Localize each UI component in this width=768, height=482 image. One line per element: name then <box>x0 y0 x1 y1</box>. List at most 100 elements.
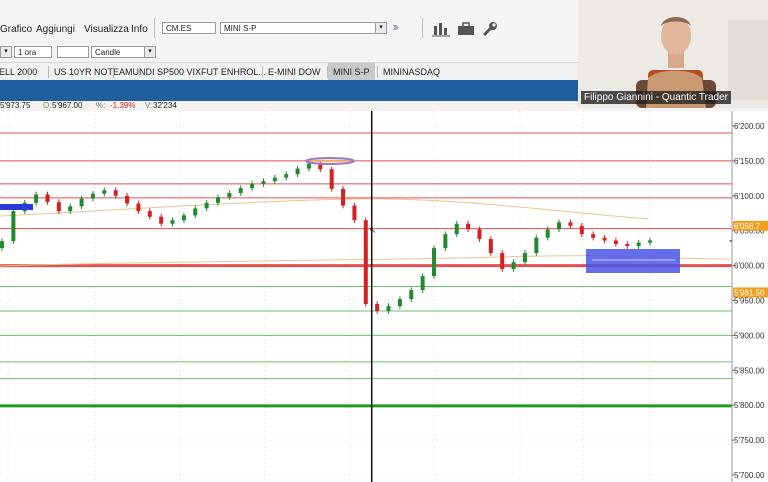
candle-body[interactable] <box>591 234 596 238</box>
candle-body[interactable] <box>557 222 562 230</box>
candle-body[interactable] <box>397 299 402 307</box>
price-tick-label: 6'100.00 <box>734 192 765 201</box>
menu-grafico[interactable]: Grafico <box>0 24 32 35</box>
candle-body[interactable] <box>45 194 50 203</box>
timeframe-field[interactable]: 1 ora <box>14 46 52 58</box>
tab-amundi-sp500[interactable]: AMUNDI SP500 VIXFUT ENHROL... <box>114 63 271 81</box>
candle-body[interactable] <box>545 229 550 238</box>
candle-body[interactable] <box>147 211 152 217</box>
blue-zone-rectangle[interactable] <box>586 249 680 273</box>
price-tick-label: 5'800.00 <box>734 401 765 410</box>
menu-visualizza[interactable]: Visualizza <box>84 24 129 35</box>
candle-body[interactable] <box>341 188 346 206</box>
price-tag-label: 6'056.7 <box>734 222 761 231</box>
candle-body[interactable] <box>295 168 300 175</box>
tab-mini-sp[interactable]: MINI S-P <box>328 63 375 81</box>
candle-body[interactable] <box>466 223 471 230</box>
candle-body[interactable] <box>238 188 243 194</box>
quote-open-label: O: <box>43 101 52 110</box>
candle-body[interactable] <box>250 183 255 189</box>
candle-body[interactable] <box>648 240 652 243</box>
price-tick-label: 6'200.00 <box>734 122 765 131</box>
candle-body[interactable] <box>409 290 414 300</box>
candle-body[interactable] <box>432 248 436 277</box>
menu-aggiungi[interactable]: Aggiungi <box>36 24 75 35</box>
candle-body[interactable] <box>113 190 118 196</box>
candle-body[interactable] <box>11 211 16 242</box>
toolbox-icon[interactable] <box>457 21 475 37</box>
candle-body[interactable] <box>227 193 232 198</box>
tab-russell-2000[interactable]: ELL 2000 <box>0 63 42 81</box>
candle-body[interactable] <box>159 216 164 224</box>
price-tick-label: 5'850.00 <box>734 366 765 375</box>
candle-body[interactable] <box>534 237 539 254</box>
candle-body[interactable] <box>420 276 425 291</box>
forward-arrows-icon[interactable]: ››› <box>392 19 399 34</box>
price-tick-label: 5'950.00 <box>734 297 765 306</box>
chart-style-field[interactable]: Candle <box>91 46 145 58</box>
tab-mininasdaq[interactable]: MININASDAQ <box>378 63 445 81</box>
candle-body[interactable] <box>636 242 641 247</box>
candle-body[interactable] <box>56 202 61 212</box>
candle-body[interactable] <box>204 202 209 209</box>
webcam-overlay: Filippo Giannini - Quantic Trader <box>578 0 768 108</box>
tab-e-mini-dow[interactable]: E-MINI DOW <box>263 63 326 81</box>
candle-body[interactable] <box>500 253 505 270</box>
price-tick-label: 6'150.00 <box>734 157 765 166</box>
small-dropdown-button[interactable]: ▾ <box>0 46 12 58</box>
candle-body[interactable] <box>511 262 516 270</box>
menu-info[interactable]: Info <box>131 24 148 35</box>
symbol-code-field[interactable]: CM.ES <box>162 22 216 34</box>
candle-body[interactable] <box>284 174 289 178</box>
wrench-icon[interactable] <box>481 20 499 38</box>
candle-body[interactable] <box>613 240 618 244</box>
candle-body[interactable] <box>34 194 39 203</box>
candle-body[interactable] <box>488 239 493 254</box>
chart-style-dropdown-button[interactable]: ▾ <box>144 46 156 58</box>
candle-body[interactable] <box>272 177 277 182</box>
price-tick-label: 5'900.00 <box>734 331 765 340</box>
candle-body[interactable] <box>68 206 73 212</box>
candle-body[interactable] <box>375 303 380 311</box>
price-chart[interactable]: ↖ ◀ 6'200.006'150.006'100.006'050.006'00… <box>0 111 768 482</box>
candle-body[interactable] <box>602 237 607 241</box>
price-tick-label: 5'700.00 <box>734 471 765 480</box>
bar-chart-settings-icon[interactable] <box>432 21 450 37</box>
candle-body[interactable] <box>522 253 527 263</box>
quote-high: 5'973.75 <box>0 101 31 110</box>
candle-body[interactable] <box>329 169 334 189</box>
left-blue-marker <box>0 204 33 210</box>
crosshair-cursor-icon: ↖ <box>369 225 377 235</box>
quote-volume-label: V: <box>145 101 153 110</box>
candle-body[interactable] <box>579 225 584 235</box>
symbol-dropdown-button[interactable]: ▾ <box>375 22 387 34</box>
quote-change-label: %: <box>96 101 106 110</box>
candle-body[interactable] <box>352 205 357 221</box>
period-field[interactable] <box>57 46 89 58</box>
quote-open: 5'967.00 <box>52 101 83 110</box>
price-tick-label: 5'750.00 <box>734 436 765 445</box>
candle-body[interactable] <box>443 234 448 249</box>
candle-body[interactable] <box>102 190 107 194</box>
candle-body[interactable] <box>0 241 4 249</box>
symbol-name-field[interactable]: MINI S-P <box>220 22 376 34</box>
candle-body[interactable] <box>170 220 175 224</box>
candle-body[interactable] <box>216 197 220 203</box>
highlight-ellipse-inner <box>308 159 352 163</box>
candle-body[interactable] <box>363 220 368 304</box>
quote-volume: 32'234 <box>153 101 177 110</box>
candle-body[interactable] <box>261 181 266 184</box>
candle-body[interactable] <box>181 215 186 221</box>
candle-body[interactable] <box>90 193 95 199</box>
candle-body[interactable] <box>306 163 311 169</box>
candle-body[interactable] <box>386 306 391 311</box>
candle-body[interactable] <box>625 243 630 247</box>
candle-body[interactable] <box>79 198 84 207</box>
candle-body[interactable] <box>125 195 130 204</box>
candle-body[interactable] <box>454 223 459 235</box>
candle-body[interactable] <box>568 222 573 226</box>
candle-body[interactable] <box>136 203 141 212</box>
candle-body[interactable] <box>477 229 482 240</box>
candle-body[interactable] <box>193 208 198 216</box>
price-tick-label: 6'000.00 <box>734 262 765 271</box>
